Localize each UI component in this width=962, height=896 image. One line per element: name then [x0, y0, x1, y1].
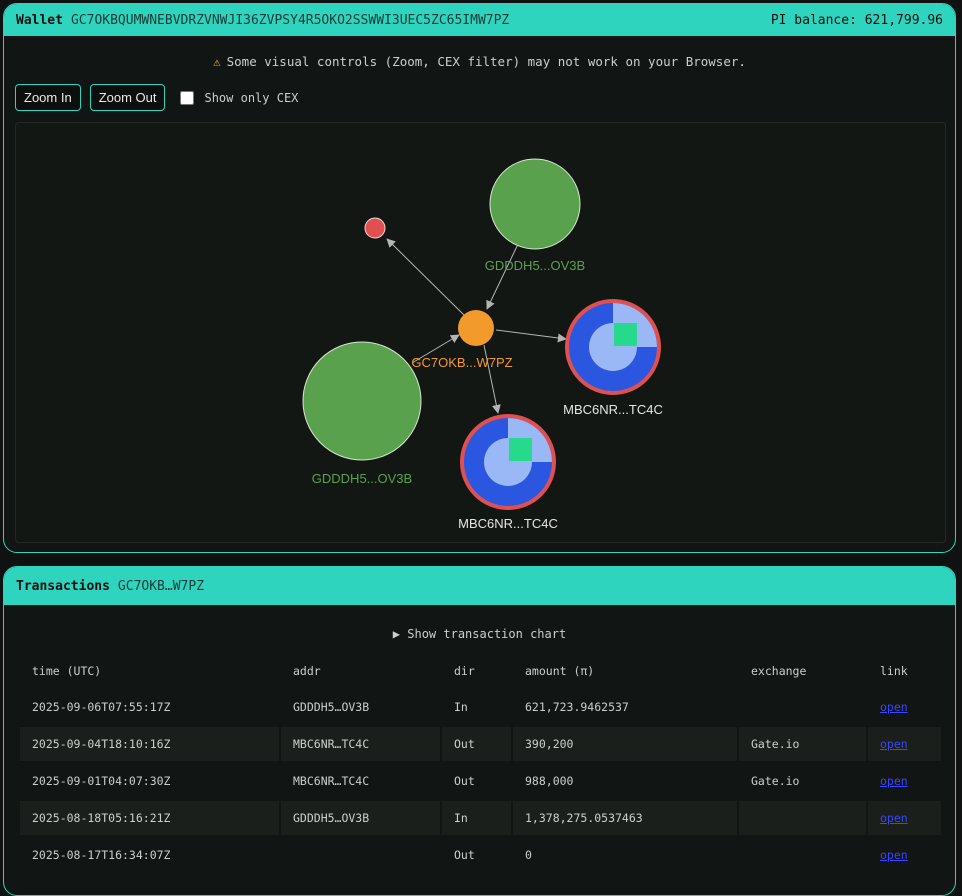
cell-addr: [281, 836, 440, 873]
open-link[interactable]: open: [880, 848, 908, 862]
col-link: link: [880, 664, 908, 678]
open-link[interactable]: open: [880, 774, 908, 788]
table-row: 2025-08-17T16:34:07Z Out 0 open: [20, 836, 941, 873]
open-link[interactable]: open: [880, 811, 908, 825]
open-link[interactable]: open: [880, 700, 908, 714]
node-top-green[interactable]: GDDDH5...OV3B: [485, 158, 585, 273]
cell-dir: In: [442, 799, 511, 836]
wallet-title: Wallet: [16, 12, 63, 28]
cell-amount: 1,378,275.0537463: [513, 799, 737, 836]
cell-amount: 390,200: [513, 725, 737, 762]
transactions-title: Transactions: [16, 578, 110, 594]
node-cex-bottom-label: MBC6NR...TC4C: [458, 516, 558, 531]
node-cex-right[interactable]: MBC6NR...TC4C: [563, 299, 663, 417]
open-link[interactable]: open: [880, 737, 908, 751]
node-center-label: GC7OKB...W7PZ: [411, 355, 512, 370]
wallet-address: GC7OKBQUMWNEBVDRZVNWJI36ZVPSY4R5OKO2SSWW…: [70, 12, 510, 28]
transactions-address: GC7OKB…W7PZ: [117, 578, 205, 594]
transactions-panel: Transactions GC7OKB…W7PZ ▶ Show transact…: [3, 566, 956, 896]
wallet-header: Wallet GC7OKBQUMWNEBVDRZVNWJI36ZVPSY4R5O…: [4, 4, 955, 36]
table-row: 2025-09-04T18:10:16Z MBC6NR…TC4C Out 390…: [20, 725, 941, 762]
show-only-cex-checkbox[interactable]: [180, 90, 195, 105]
cell-link: open: [868, 725, 941, 762]
cell-time: 2025-09-01T04:07:30Z: [20, 762, 279, 799]
table-row: 2025-09-01T04:07:30Z MBC6NR…TC4C Out 988…: [20, 762, 941, 799]
pi-balance: PI balance: 621,799.96: [770, 12, 943, 28]
node-center[interactable]: GC7OKB...W7PZ: [411, 310, 513, 370]
cell-link: open: [868, 836, 941, 873]
node-top-green-label: GDDDH5...OV3B: [485, 258, 585, 273]
cell-addr: MBC6NR…TC4C: [281, 725, 440, 762]
edge-center-to-red: [386, 238, 465, 316]
cell-time: 2025-09-06T07:55:17Z: [20, 688, 279, 725]
cell-exchange: [739, 799, 866, 836]
col-dir: dir: [454, 664, 475, 678]
col-exchange: exchange: [751, 664, 807, 678]
table-row: 2025-09-06T07:55:17Z GDDDH5…OV3B In 621,…: [20, 688, 941, 725]
cell-link: open: [868, 799, 941, 836]
transactions-table: time (UTC) addr dir amount (π) exchange …: [18, 654, 943, 873]
node-red[interactable]: [364, 217, 386, 239]
cell-time: 2025-08-17T16:34:07Z: [20, 836, 279, 873]
node-cex-bottom[interactable]: MBC6NR...TC4C: [458, 414, 558, 531]
col-addr: addr: [293, 664, 321, 678]
cell-exchange: [739, 688, 866, 725]
cell-amount: 621,723.9462537: [513, 688, 737, 725]
graph-controls: Zoom In Zoom Out Show only CEX: [15, 84, 298, 111]
node-left-green[interactable]: GDDDH5...OV3B: [302, 341, 422, 486]
cell-exchange: [739, 836, 866, 873]
cell-dir: Out: [442, 762, 511, 799]
cell-time: 2025-09-04T18:10:16Z: [20, 725, 279, 762]
cell-addr: GDDDH5…OV3B: [281, 688, 440, 725]
cell-link: open: [868, 688, 941, 725]
cell-exchange: Gate.io: [739, 725, 866, 762]
wallet-graph[interactable]: GDDDH5...OV3B GDDDH5...OV3B GC7OKB...W7P…: [15, 122, 946, 543]
cell-addr: GDDDH5…OV3B: [281, 799, 440, 836]
transactions-header: Transactions GC7OKB…W7PZ: [4, 567, 955, 605]
cell-dir: In: [442, 688, 511, 725]
wallet-panel: Wallet GC7OKBQUMWNEBVDRZVNWJI36ZVPSY4R5O…: [3, 3, 956, 553]
cell-amount: 0: [513, 836, 737, 873]
cell-dir: Out: [442, 836, 511, 873]
cell-exchange: Gate.io: [739, 762, 866, 799]
cell-dir: Out: [442, 725, 511, 762]
edge-center-to-cex-right: [495, 329, 567, 343]
cell-time: 2025-08-18T05:16:21Z: [20, 799, 279, 836]
node-left-green-label: GDDDH5...OV3B: [312, 471, 412, 486]
table-header-row: time (UTC) addr dir amount (π) exchange …: [20, 654, 941, 688]
cell-addr: MBC6NR…TC4C: [281, 762, 440, 799]
col-amount: amount (π): [525, 664, 595, 678]
zoom-in-button[interactable]: Zoom In: [15, 84, 81, 111]
cex-icon: [509, 438, 532, 461]
cell-amount: 988,000: [513, 762, 737, 799]
notice-text: Some visual controls (Zoom, CEX filter) …: [226, 54, 746, 69]
cell-link: open: [868, 762, 941, 799]
cex-icon: [614, 323, 637, 346]
show-transaction-chart-toggle[interactable]: ▶ Show transaction chart: [4, 627, 955, 641]
warning-icon: ⚠: [213, 54, 221, 69]
graph-canvas[interactable]: GDDDH5...OV3B GDDDH5...OV3B GC7OKB...W7P…: [16, 123, 945, 542]
col-time: time (UTC): [32, 664, 102, 678]
zoom-out-button[interactable]: Zoom Out: [89, 84, 166, 111]
browser-notice: ⚠ Some visual controls (Zoom, CEX filter)…: [4, 54, 955, 70]
show-only-cex-label: Show only CEX: [204, 90, 299, 105]
table-row: 2025-08-18T05:16:21Z GDDDH5…OV3B In 1,37…: [20, 799, 941, 836]
node-cex-right-label: MBC6NR...TC4C: [563, 402, 663, 417]
edge-top-green-to-center: [486, 241, 520, 310]
